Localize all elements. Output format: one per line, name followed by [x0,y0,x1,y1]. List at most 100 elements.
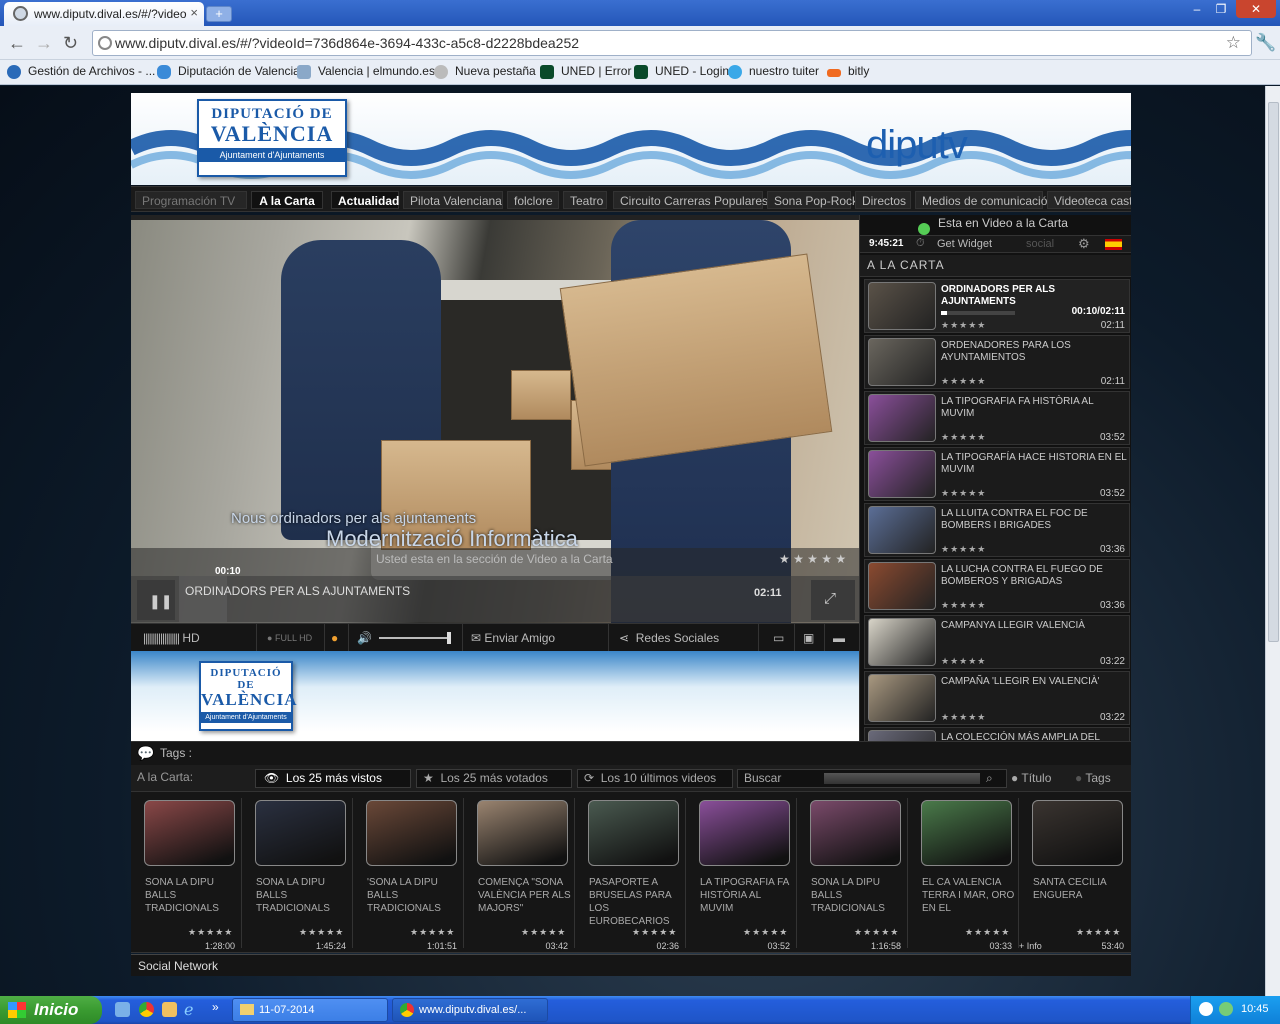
new-tab-button[interactable]: + [206,6,232,22]
seek-bar[interactable] [179,576,809,622]
video-item-stars[interactable]: ★★★★★ [941,320,986,331]
quicklaunch-icon[interactable] [115,1002,130,1017]
sidebar-video-item[interactable]: LA LUCHA CONTRA EL FUEGO DE BOMBEROS Y B… [864,559,1130,613]
video-item-stars[interactable]: ★★★★★ [941,656,986,667]
bookmark-uned-login[interactable]: UNED - Login [634,64,729,82]
back-icon[interactable]: ← [8,34,26,52]
ie-icon[interactable]: ℯ [184,1000,193,1020]
layout-wide-icon[interactable]: ▬ [825,624,859,652]
video-item-stars[interactable]: ★★★★★ [941,488,986,499]
spain-flag-icon[interactable] [1105,239,1122,250]
chrome-icon[interactable] [139,1002,154,1017]
diputacio-logo-small[interactable]: DIPUTACIÓ DE VALÈNCIA Ajuntament d'Ajunt… [199,661,297,731]
video-card[interactable]: SONA LA DIPU BALLS TRADICIONALS ★★★★★ 1:28… [134,798,242,951]
fullscreen-button[interactable]: ⤢ [811,580,855,620]
sidebar-video-item[interactable]: LA COLECCIÓN MÁS AMPLIA DEL REINO DE [864,727,1130,741]
network-icon[interactable] [1219,1002,1233,1016]
menu-pilota-valenciana[interactable]: Pilota Valenciana [403,191,503,209]
quality-hd-toggle[interactable]: ||||||||||||||||| HD [131,624,257,652]
url-input[interactable] [115,34,1215,52]
bookmark-uned-error[interactable]: UNED | Error [540,64,631,82]
layout-small-icon[interactable]: ▭ [767,624,795,652]
video-thumbnail[interactable] [868,674,936,722]
video-card-stars[interactable]: ★★★★★ [632,927,677,938]
tray-icon[interactable] [1199,1002,1213,1016]
sidebar-video-item[interactable]: CAMPAÑA 'LLEGIR EN VALENCIÀ' ★★★★★ 03:22 [864,671,1130,725]
more-info-link[interactable]: + Info [1019,941,1042,951]
menu-teatro[interactable]: Teatro [563,191,607,209]
sidebar-video-item[interactable]: LA TIPOGRAFÍA HACE HISTORIA EN EL MUVIM ★… [864,447,1130,501]
video-card-thumbnail[interactable] [366,800,457,866]
tab-most-viewed[interactable]: 👁 Los 25 más vistos [255,769,411,788]
video-card-stars[interactable]: ★★★★★ [188,927,233,938]
video-thumbnail[interactable] [868,618,936,666]
diputv-brand[interactable]: diputv [866,123,968,168]
gear-icon[interactable]: ⚙ [1078,236,1090,252]
bookmark-star-icon[interactable]: ☆ [1226,33,1241,53]
video-thumbnail[interactable] [868,562,936,610]
video-card[interactable]: PASAPORTE A BRUSELAS PARA LOS EUROBECARI… [578,798,686,951]
menu-programacion-tv[interactable]: Programación TV [135,191,247,209]
video-item-stars[interactable]: ★★★★★ [941,544,986,555]
sidebar-video-item[interactable]: ORDINADORS PER ALS AJUNTAMENTS ★★★★★ 02:11… [864,279,1130,333]
video-card[interactable]: SONA LA DIPU BALLS TRADICIONALS ★★★★★ 1:45… [245,798,353,951]
diputacio-logo[interactable]: DIPUTACIÓ DE VALÈNCIA Ajuntament d'Ajunt… [197,99,347,177]
menu-a-la-carta[interactable]: A la Carta [251,191,323,209]
sidebar-video-item[interactable]: CAMPANYA LLEGIR VALENCIÀ ★★★★★ 03:22 [864,615,1130,669]
menu-directos[interactable]: Directos [855,191,911,209]
video-card[interactable]: LA TIPOGRAFIA FA HISTÒRIA AL MUVIM ★★★★★ 0… [689,798,797,951]
video-card[interactable]: SONA LA DIPU BALLS TRADICIONALS ★★★★★ 1:16… [800,798,908,951]
menu-medios-comunicacion[interactable]: Medios de comunicación [915,191,1054,209]
pause-button[interactable]: ❚❚ [137,580,175,620]
volume-handle[interactable] [447,632,451,644]
video-card-thumbnail[interactable] [699,800,790,866]
social-networks-button[interactable]: ⋖ Redes Sociales [609,624,759,652]
video-card-thumbnail[interactable] [477,800,568,866]
fullhd-toggle[interactable]: ● FULL HD [257,624,325,652]
video-item-stars[interactable]: ★★★★★ [941,712,986,723]
volume-slider[interactable] [379,637,451,639]
video-card-stars[interactable]: ★★★★★ [743,927,788,938]
sidebar-video-item[interactable]: LA LLUITA CONTRA EL FOC DE BOMBERS I BRI… [864,503,1130,557]
get-widget-button[interactable]: Get Widget [937,238,992,250]
video-item-stars[interactable]: ★★★★★ [941,376,986,387]
bookmark-tuiter[interactable]: nuestro tuiter [728,64,819,82]
forward-icon[interactable]: → [35,34,53,52]
tab-latest-videos[interactable]: ⟳ Los 10 últimos videos [577,769,733,788]
layout-medium-icon[interactable]: ▣ [795,624,825,652]
video-thumbnail[interactable] [868,338,936,386]
video-card-thumbnail[interactable] [921,800,1012,866]
quality-dot-icon[interactable]: ● [325,624,349,652]
quicklaunch-icon[interactable] [162,1002,177,1017]
reload-icon[interactable]: ↻ [63,34,78,52]
video-item-stars[interactable]: ★★★★★ [941,432,986,443]
menu-sona-pop-rock[interactable]: Sona Pop-Rock [767,191,858,209]
menu-circuito-carreras[interactable]: Circuito Carreras Populares [613,191,768,209]
video-card[interactable]: COMENÇA "SONA VALÈNCIA PER ALS MAJORS" ★★… [467,798,575,951]
video-card[interactable]: EL CA VALENCIA TERRA I MAR, ORO EN EL ★★★… [911,798,1019,951]
address-bar[interactable]: ☆ [92,30,1252,56]
filter-tags-option[interactable]: ● Tags [1075,771,1111,785]
tab-most-voted[interactable]: ★ Los 25 más votados [416,769,572,788]
bookmark-nueva-pestana[interactable]: Nueva pestaña [434,64,536,82]
maximize-button[interactable]: ❐ [1206,0,1236,18]
taskbar-folder[interactable]: 11-07-2014 [232,998,388,1022]
search-icon[interactable]: ⌕ [986,770,993,787]
video-card[interactable]: SANTA CECILIA ENGUERA ★★★★★ 53:40 + Info [1019,798,1130,951]
wrench-icon[interactable]: 🔧 [1255,33,1276,53]
video-card-stars[interactable]: ★★★★★ [1076,927,1121,938]
volume-control[interactable]: 🔊 [349,624,463,652]
video-thumbnail[interactable] [868,282,936,330]
menu-actualidad[interactable]: Actualidad [331,191,399,209]
video-card-stars[interactable]: ★★★★★ [854,927,899,938]
video-thumbnail[interactable] [868,450,936,498]
bookmark-diputacion[interactable]: Diputación de Valencia [157,64,300,82]
video-player[interactable]: Nous ordinadors per als ajuntaments Mode… [131,215,859,623]
video-thumbnail[interactable] [868,506,936,554]
video-card[interactable]: 'SONA LA DIPU BALLS TRADICIONALS ★★★★★ 1:0… [356,798,464,951]
bookmark-gestion[interactable]: Gestión de Archivos - ... [7,64,155,82]
video-card-stars[interactable]: ★★★★★ [410,927,455,938]
video-card-stars[interactable]: ★★★★★ [299,927,344,938]
scrollbar-thumb[interactable] [1268,102,1279,642]
video-card-thumbnail[interactable] [810,800,901,866]
